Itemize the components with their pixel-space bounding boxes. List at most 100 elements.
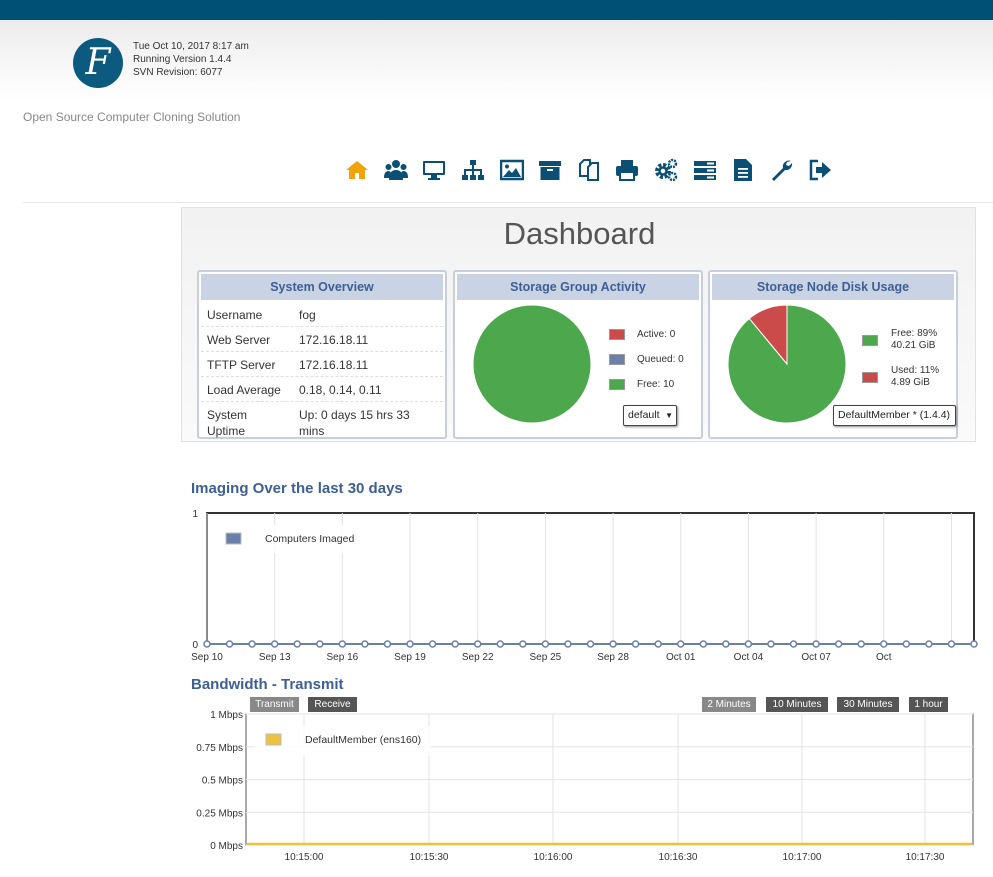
monitor-icon: [423, 161, 446, 180]
menu-logout[interactable]: [801, 155, 840, 185]
x-tick-label: Sep 25: [530, 652, 562, 663]
menu-snapins[interactable]: [570, 155, 609, 185]
legend-free: Free: 10: [637, 379, 675, 390]
system-overview-title: System Overview: [201, 274, 443, 300]
pie-slice-free: [472, 304, 592, 424]
data-point: [406, 640, 414, 648]
storage-group-panel: Storage Group Activity Active: 0 Queued:…: [453, 270, 703, 439]
data-point: [203, 640, 211, 648]
image-icon: [499, 159, 524, 181]
overview-row-tftp-server: TFTP Server 172.16.18.11: [201, 352, 443, 377]
storage-group-legend: Active: 0 Queued: 0 Free: 10: [603, 322, 698, 397]
chevron-down-icon: ▼: [665, 411, 673, 420]
storage-group-select-value: default: [628, 409, 660, 421]
overview-key: Web Server: [207, 333, 271, 347]
x-tick-label: Sep 19: [394, 652, 426, 663]
overview-key: System Uptime: [207, 408, 248, 438]
bandwidth-chart: 1 Mbps 0.75 Mbps 0.5 Mbps 0.25 Mbps 0 Mbps 10…: [196, 710, 974, 863]
server-icon: [693, 161, 716, 180]
version-info: Tue Oct 10, 2017 8:17 am Running Version…: [133, 40, 249, 79]
sitemap-icon: [462, 160, 485, 180]
y-tick-label: 0: [192, 640, 198, 651]
storage-node-select[interactable]: DefaultMember * (1.4.4): [833, 405, 956, 426]
data-point: [473, 640, 482, 648]
data-point: [947, 640, 956, 648]
home-icon: [346, 161, 369, 179]
x-tick-label: Sep 28: [597, 652, 629, 663]
fog-logo[interactable]: F: [73, 38, 123, 88]
overview-row-username: Username fog: [201, 302, 443, 327]
legend-swatch: [265, 733, 282, 746]
legend-swatch-used: [862, 372, 878, 383]
storage-node-title: Storage Node Disk Usage: [712, 274, 954, 300]
storage-node-legend: Free: 89% 40.21 GiB Used: 11% 4.89 GiB: [856, 323, 951, 395]
menu-storage[interactable]: [531, 155, 570, 185]
x-tick-label: 10:15:30: [410, 852, 449, 863]
menu-reports[interactable]: [724, 155, 763, 185]
storage-node-select-value: DefaultMember * (1.4.4): [838, 409, 951, 421]
menu-services[interactable]: [647, 155, 686, 185]
x-tick-label: 10:17:30: [906, 852, 945, 863]
legend-queued: Queued: 0: [637, 354, 684, 365]
legend-used: Used: 11% 4.89 GiB: [891, 365, 939, 389]
data-point: [451, 640, 459, 648]
data-point: [316, 640, 324, 648]
x-tick-label: Oct 01: [666, 652, 696, 663]
legend-free: Free: 89% 40.21 GiB: [891, 328, 937, 352]
data-point: [361, 640, 369, 648]
data-point: [270, 640, 279, 648]
overview-value: Up: 0 days 15 hrs 33 mins: [299, 408, 410, 438]
data-point: [925, 640, 933, 648]
storage-group-select[interactable]: default ▼: [623, 405, 677, 426]
legend-swatch-free: [609, 379, 625, 390]
legend-swatch: [225, 532, 242, 545]
overview-key: Username: [207, 308, 263, 322]
overview-value: 172.16.18.11: [299, 333, 369, 347]
overview-row-uptime: System Uptime Up: 0 days 15 hrs 33 mins: [201, 402, 443, 438]
menu-images[interactable]: [492, 155, 531, 185]
y-tick-label: 0.75 Mbps: [196, 743, 243, 754]
page-title: Dashboard: [503, 216, 656, 251]
file-icon: [734, 159, 753, 181]
menu-printers[interactable]: [608, 155, 647, 185]
version-text: Running Version 1.4.4: [133, 54, 232, 65]
overview-row-web-server: Web Server 172.16.18.11: [201, 327, 443, 352]
data-point: [767, 640, 775, 648]
storage-node-pie: [727, 304, 847, 424]
x-tick-label: Sep 10: [191, 652, 223, 663]
x-tick-label: Sep 13: [259, 652, 291, 663]
data-point: [744, 640, 753, 648]
menu-tasks[interactable]: [685, 155, 724, 185]
data-point: [586, 640, 595, 648]
x-tick-label: Sep 16: [327, 652, 359, 663]
copy-icon: [578, 159, 599, 181]
legend-used-label: Used: 11%: [891, 365, 940, 376]
y-tick-label: 0 Mbps: [210, 841, 243, 852]
overview-value: fog: [299, 308, 316, 322]
legend-swatch-queued: [609, 354, 625, 365]
legend-label: DefaultMember (ens160): [305, 734, 421, 746]
legend-used-size: 4.89 GiB: [891, 377, 930, 388]
y-tick-label: 1: [192, 509, 198, 520]
legend-active: Active: 0: [637, 329, 676, 340]
menu-home[interactable]: [338, 155, 377, 185]
legend-free-label: Free: 89%: [891, 328, 938, 339]
overview-key: TFTP Server: [207, 358, 276, 372]
data-point: [631, 640, 640, 648]
imaging-title: Imaging Over the last 30 days: [191, 480, 403, 497]
x-tick-label: 10:16:00: [534, 852, 573, 863]
data-point: [248, 640, 256, 648]
x-tick-label: 10:17:00: [783, 852, 822, 863]
menu-hosts[interactable]: [415, 155, 454, 185]
overview-value: 0.18, 0.14, 0.11: [299, 383, 382, 397]
imaging-chart: 0 1 Sep 10 Sep 13 Sep 16 Sep 19 Sep 22 Sep 25 Se…: [191, 509, 978, 663]
menu-groups[interactable]: [454, 155, 493, 185]
menu-users[interactable]: [377, 155, 416, 185]
data-point: [902, 640, 911, 648]
x-tick-label: Oct 07: [801, 652, 831, 663]
date-text: Tue Oct 10, 2017 8:17 am: [133, 41, 249, 52]
data-point: [225, 640, 234, 648]
data-point: [676, 640, 685, 648]
menu-config[interactable]: [763, 155, 802, 185]
y-tick-label: 0.25 Mbps: [196, 808, 243, 819]
